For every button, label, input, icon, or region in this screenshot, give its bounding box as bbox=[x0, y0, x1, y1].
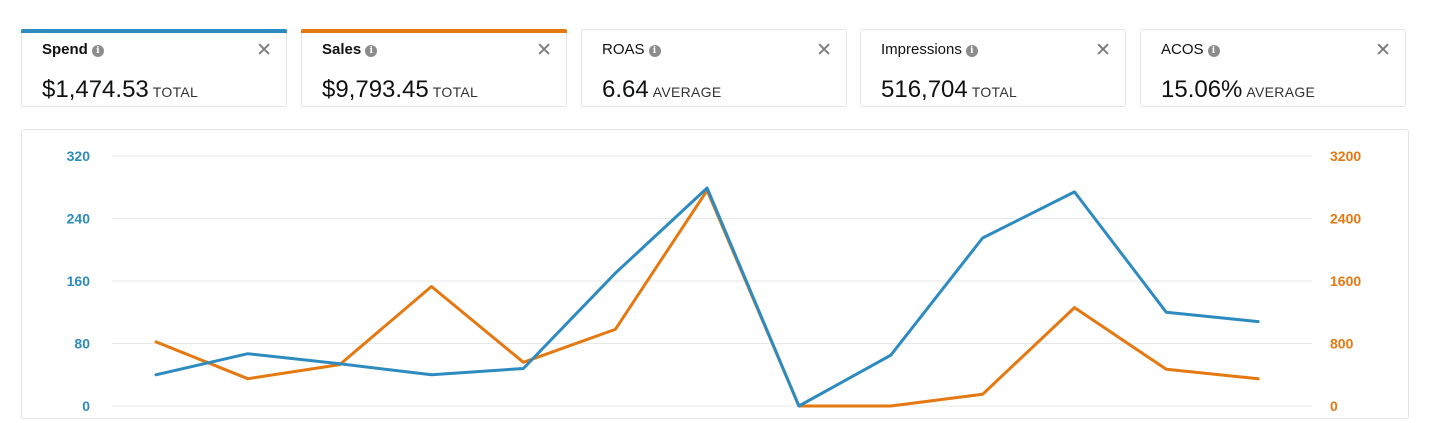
close-icon[interactable]: ✕ bbox=[1375, 41, 1391, 61]
y-right-tick-label: 800 bbox=[1330, 336, 1354, 352]
metric-card-spend[interactable]: Spend i ✕ $1,474.53 TOTAL bbox=[21, 29, 287, 107]
metric-unit: TOTAL bbox=[432, 84, 479, 100]
info-icon[interactable]: i bbox=[648, 45, 661, 57]
close-icon[interactable]: ✕ bbox=[816, 41, 832, 61]
info-icon[interactable]: i bbox=[965, 45, 978, 57]
metric-card-impressions[interactable]: Impressions i ✕ 516,704 TOTAL bbox=[860, 29, 1126, 107]
info-icon[interactable]: i bbox=[91, 45, 104, 57]
y-right-tick-label: 3200 bbox=[1330, 148, 1361, 164]
info-icon[interactable]: i bbox=[365, 45, 378, 57]
metric-value: 516,704 TOTAL bbox=[881, 76, 1018, 103]
metric-unit: TOTAL bbox=[152, 84, 199, 100]
metric-card-acos[interactable]: ACOS i ✕ 15.06% AVERAGE bbox=[1140, 29, 1406, 107]
metric-color-bar bbox=[301, 29, 567, 33]
y-left-tick-label: 80 bbox=[74, 336, 90, 352]
line-chart: 320 3200 240 2400 160 1600 80 800 0 0 bbox=[67, 148, 1362, 414]
metric-label: ROAS i bbox=[602, 41, 661, 58]
metric-cards: Spend i ✕ $1,474.53 TOTAL Sales i ✕ $9,793.… bbox=[21, 29, 1409, 109]
y-right-tick-label: 1600 bbox=[1330, 273, 1361, 289]
metric-label: Spend i bbox=[42, 41, 104, 58]
metric-label: ACOS i bbox=[1161, 41, 1220, 58]
close-icon[interactable]: ✕ bbox=[1095, 41, 1111, 61]
metric-label: Sales i bbox=[322, 41, 378, 58]
y-left-tick-label: 160 bbox=[67, 273, 91, 289]
series-line-sales bbox=[154, 188, 1260, 408]
metric-value: 15.06% AVERAGE bbox=[1161, 76, 1316, 103]
metric-unit: TOTAL bbox=[971, 84, 1018, 100]
metric-value: $1,474.53 TOTAL bbox=[42, 76, 199, 103]
metric-value: 6.64 AVERAGE bbox=[602, 76, 722, 103]
metric-value: $9,793.45 TOTAL bbox=[322, 76, 479, 103]
y-left-tick-label: 240 bbox=[67, 211, 91, 227]
info-icon[interactable]: i bbox=[1207, 45, 1220, 57]
y-left-tick-label: 0 bbox=[82, 398, 90, 414]
metric-card-sales[interactable]: Sales i ✕ $9,793.45 TOTAL bbox=[301, 29, 567, 107]
y-right-tick-label: 2400 bbox=[1330, 211, 1361, 227]
y-left-tick-label: 320 bbox=[67, 148, 91, 164]
chart-panel: 320 3200 240 2400 160 1600 80 800 0 0 bbox=[21, 129, 1409, 419]
metric-unit: AVERAGE bbox=[652, 84, 722, 100]
series-line-spend bbox=[154, 186, 1260, 408]
metric-card-roas[interactable]: ROAS i ✕ 6.64 AVERAGE bbox=[581, 29, 847, 107]
y-right-tick-label: 0 bbox=[1330, 398, 1338, 414]
metric-unit: AVERAGE bbox=[1246, 84, 1316, 100]
close-icon[interactable]: ✕ bbox=[256, 41, 272, 61]
metric-label: Impressions i bbox=[881, 41, 978, 58]
metric-color-bar bbox=[21, 29, 287, 33]
close-icon[interactable]: ✕ bbox=[536, 41, 552, 61]
